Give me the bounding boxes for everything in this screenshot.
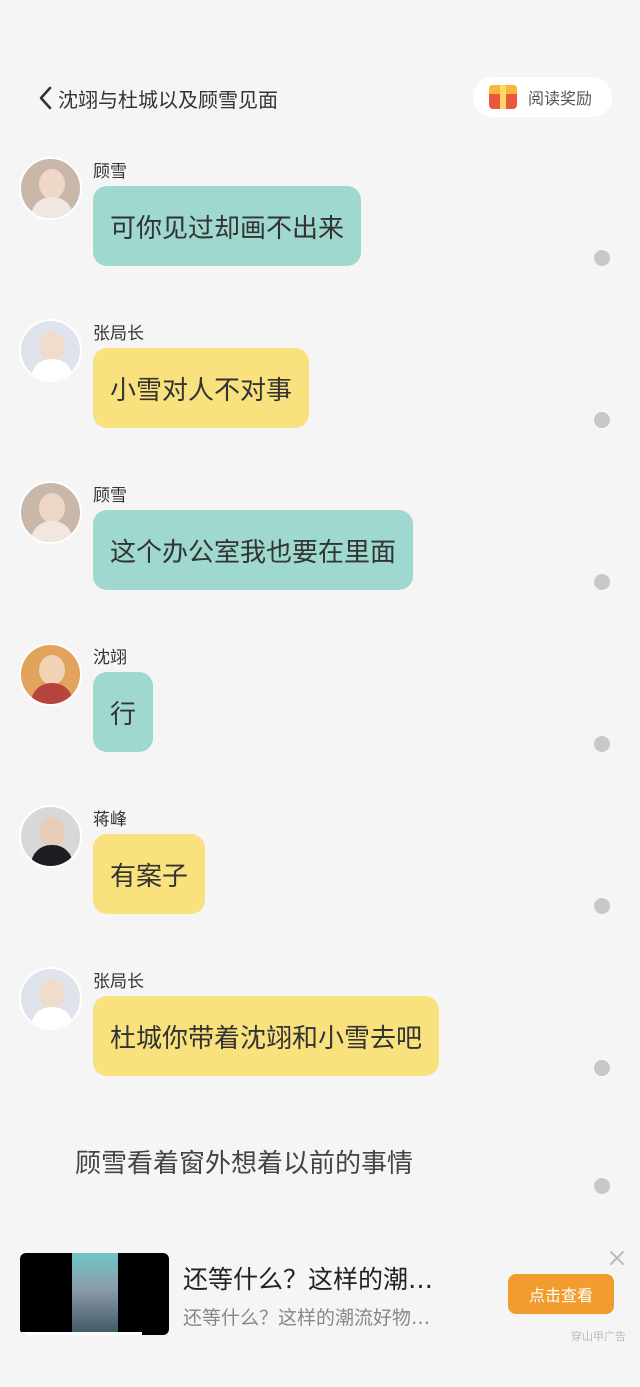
message-bubble[interactable]: 可你见过却画不出来: [93, 186, 362, 266]
close-icon[interactable]: [607, 1248, 627, 1268]
reading-reward-label: 阅读奖励: [528, 89, 593, 108]
sender-name: 顾雪: [93, 162, 127, 182]
comment-dot[interactable]: [594, 736, 610, 752]
avatar-guxue[interactable]: [19, 157, 82, 220]
ad-banner[interactable]: 还等什么？这样的潮… 还等什么？这样的潮流好物… 点击查看 穿山甲广告: [0, 1240, 640, 1360]
comment-dot[interactable]: [594, 1178, 610, 1194]
chapter-title: 沈翊与杜城以及顾雪见面: [58, 88, 278, 112]
reading-reward-button[interactable]: 阅读奖励: [473, 77, 612, 117]
top-bar: 沈翊与杜城以及顾雪见面 阅读奖励: [0, 70, 640, 126]
message-bubble[interactable]: 行: [93, 672, 154, 752]
comment-dot[interactable]: [594, 412, 610, 428]
message-bubble[interactable]: 有案子: [93, 834, 206, 914]
message-bubble[interactable]: 这个办公室我也要在里面: [93, 510, 414, 590]
ad-subtitle[interactable]: 还等什么？这样的潮流好物…: [183, 1303, 430, 1330]
comment-dot[interactable]: [594, 574, 610, 590]
avatar-guxue[interactable]: [19, 481, 82, 544]
sender-name: 蒋峰: [93, 810, 127, 830]
comment-dot[interactable]: [594, 250, 610, 266]
gift-box-icon: [489, 85, 517, 109]
sender-name: 沈翊: [93, 648, 127, 668]
narration-text: 顾雪看着窗外想着以前的事情: [75, 1149, 414, 1179]
avatar-shenyi[interactable]: [19, 643, 82, 706]
sender-name: 张局长: [93, 972, 144, 992]
sender-name: 顾雪: [93, 486, 127, 506]
message-bubble[interactable]: 小雪对人不对事: [93, 348, 310, 428]
sender-name: 张局长: [93, 324, 144, 344]
back-arrow-icon[interactable]: [34, 86, 56, 110]
message-bubble[interactable]: 杜城你带着沈翊和小雪去吧: [93, 996, 440, 1076]
comment-dot[interactable]: [594, 898, 610, 914]
avatar-jiangfeng[interactable]: [19, 805, 82, 868]
avatar-zhangjuzhang[interactable]: [19, 319, 82, 382]
ad-title[interactable]: 还等什么？这样的潮…: [183, 1260, 433, 1296]
ad-view-button[interactable]: 点击查看: [508, 1274, 614, 1314]
ad-thumbnail[interactable]: [20, 1253, 169, 1335]
comment-dot[interactable]: [594, 1060, 610, 1076]
avatar-zhangjuzhang[interactable]: [19, 967, 82, 1030]
ad-source-label: 穿山甲广告: [571, 1330, 626, 1343]
